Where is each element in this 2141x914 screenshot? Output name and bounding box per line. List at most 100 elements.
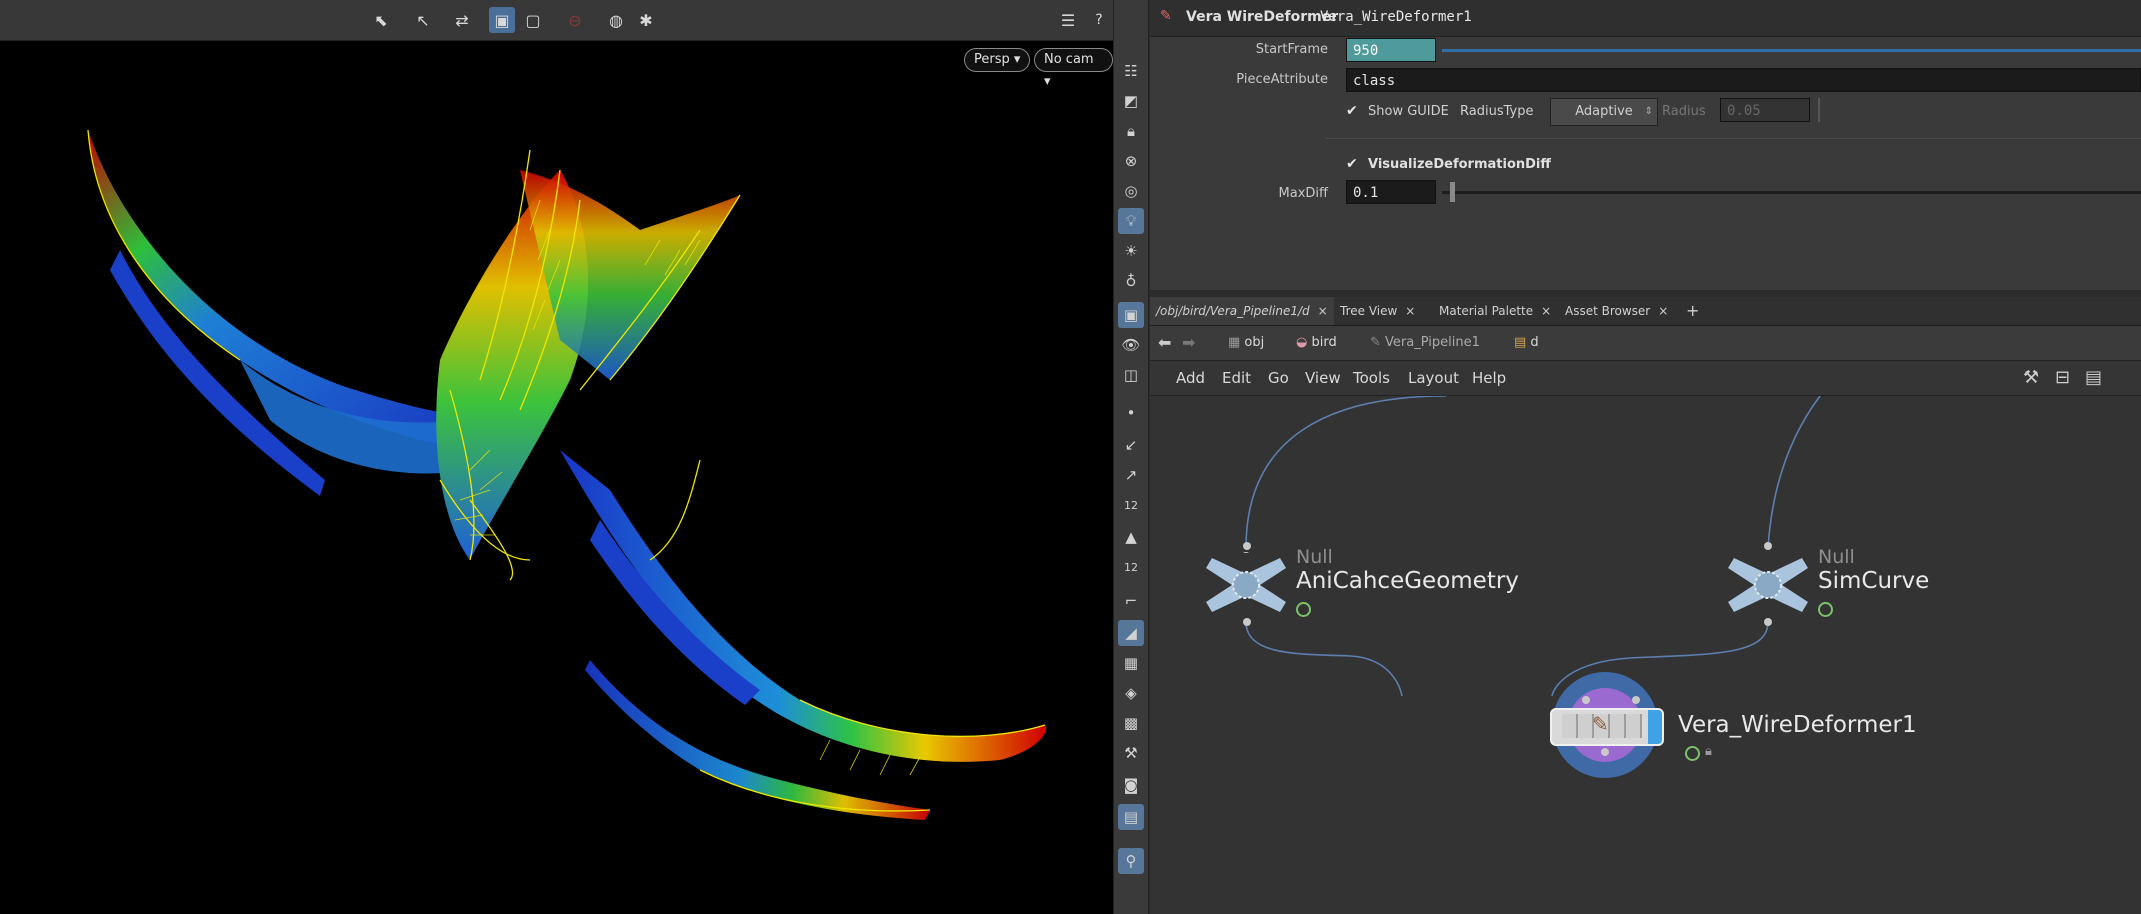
null-node-anicache[interactable]: [1206, 543, 1286, 618]
node-type-label: Vera WireDeformer: [1186, 9, 1339, 25]
radius-slider-handle[interactable]: [1818, 98, 1820, 122]
normal-icon[interactable]: ↙: [1118, 432, 1144, 458]
maxdiff-slider[interactable]: [1442, 191, 2141, 194]
breadcrumb-obj[interactable]: ▦ obj: [1228, 332, 1264, 354]
point-light-icon[interactable]: ♁: [1118, 268, 1144, 294]
piece-attribute-field[interactable]: class: [1346, 68, 2141, 92]
list-icon[interactable]: ▤: [2085, 367, 2102, 388]
transform-icon[interactable]: ↖: [410, 7, 436, 33]
start-frame-field[interactable]: 950: [1346, 38, 1436, 62]
breadcrumb-pipeline[interactable]: ✎ Vera_Pipeline1: [1370, 332, 1480, 354]
help-icon[interactable]: ?: [1086, 7, 1112, 33]
settings-icon[interactable]: ✱: [633, 7, 659, 33]
point-icon[interactable]: •: [1118, 400, 1144, 426]
sphere-icon[interactable]: ◎: [1118, 178, 1144, 204]
snapshot-icon[interactable]: ▢: [520, 7, 546, 33]
viewport-toolbar: ⬉ ↖ ⇄ ▣ ▢ ⊖ ◍ ✱ ? ☰: [0, 0, 1113, 41]
menu-add[interactable]: Add: [1176, 369, 1205, 387]
radius-field[interactable]: 0.05: [1720, 98, 1810, 122]
obj-icon: ▦: [1228, 335, 1245, 350]
output-port-wiredeformer[interactable]: [1601, 748, 1609, 756]
wire-ani-to-wire: [1245, 621, 1403, 697]
display-options-shelf: ☷ ◩ 🔒︎ ⊗ ◎ 💡︎ ☀ ♁ ▣ 👁︎ ◫ • ↙ ↗ 12 ▲ 12 ⌐…: [1113, 0, 1149, 914]
menu-tools[interactable]: Tools: [1353, 369, 1390, 387]
parameter-panel: ✎ Vera WireDeformer Vera_WireDeformer1 S…: [1150, 0, 2141, 290]
camera-select-menu[interactable]: No cam ▾: [1034, 48, 1113, 89]
uv-icon[interactable]: ◈: [1118, 680, 1144, 706]
show-guide-checkbox[interactable]: ✔: [1346, 104, 1360, 118]
input-port-2[interactable]: [1632, 696, 1640, 704]
headlight-icon[interactable]: 💡︎: [1118, 208, 1144, 234]
scene-viewport[interactable]: ⬉ ↖ ⇄ ▣ ▢ ⊖ ◍ ✱ ? ☰ Persp ▾ No cam ▾: [0, 0, 1113, 914]
pin-icon[interactable]: ⚲: [1118, 848, 1144, 874]
radius-type-menu[interactable]: Adaptive ⇕: [1550, 98, 1658, 126]
camera-icon[interactable]: ◍: [603, 7, 629, 33]
maxdiff-field[interactable]: 0.1: [1346, 180, 1436, 204]
display-flag[interactable]: [1648, 710, 1662, 744]
vector-icon[interactable]: ↗: [1118, 462, 1144, 488]
layers-icon[interactable]: ☷: [1118, 58, 1144, 84]
tab-tree-view[interactable]: Tree View ×: [1334, 297, 1421, 325]
input-port-anicache[interactable]: [1243, 542, 1251, 550]
view-layout-icon[interactable]: ☰: [1055, 7, 1081, 33]
output-port-anicache[interactable]: [1243, 618, 1251, 626]
close-icon[interactable]: ×: [1541, 304, 1551, 318]
breadcrumb-d[interactable]: ▤ d: [1514, 332, 1539, 354]
separator: [1326, 138, 2141, 139]
forward-arrow-icon[interactable]: ➡: [1182, 333, 1195, 352]
menu-layout[interactable]: Layout: [1408, 369, 1459, 387]
menu-help[interactable]: Help: [1472, 369, 1506, 387]
subnet-icon: ▤: [1514, 335, 1531, 350]
prim-number-icon[interactable]: 12: [1118, 554, 1144, 580]
handle-icon[interactable]: ⇄: [449, 7, 475, 33]
render-icon[interactable]: ◫: [1118, 362, 1144, 388]
breadcrumb-bird[interactable]: ◒ bird: [1296, 332, 1337, 354]
tab-asset-browser[interactable]: Asset Browser ×: [1559, 297, 1674, 325]
start-frame-slider[interactable]: [1442, 49, 2141, 52]
input-port-simcurve[interactable]: [1764, 542, 1772, 550]
add-tab-button[interactable]: +: [1680, 297, 1705, 325]
edge-icon[interactable]: ⌐: [1118, 588, 1144, 614]
tools-icon[interactable]: ⚒: [2023, 367, 2039, 388]
grid-icon[interactable]: ▩: [1118, 710, 1144, 736]
primitive-icon[interactable]: ▲: [1118, 524, 1144, 550]
texture-icon[interactable]: ▦: [1118, 650, 1144, 676]
output-port-simcurve[interactable]: [1764, 618, 1772, 626]
snap-icon[interactable]: ⚒: [1118, 740, 1144, 766]
visibility-icon[interactable]: 👁︎: [1118, 332, 1144, 358]
visualize-checkbox[interactable]: ✔: [1346, 157, 1360, 171]
light-icon[interactable]: ☀: [1118, 238, 1144, 264]
menu-view[interactable]: View: [1305, 369, 1341, 387]
tab-network[interactable]: /obj/bird/Vera_Pipeline1/d ×: [1150, 297, 1334, 325]
tree-icon[interactable]: ⊟: [2055, 367, 2070, 388]
background-icon[interactable]: ◙: [1118, 772, 1144, 798]
back-arrow-icon[interactable]: ⬅: [1158, 333, 1171, 352]
shaded-icon[interactable]: ◩: [1118, 88, 1144, 114]
tab-asset-browser-label: Asset Browser: [1565, 304, 1651, 318]
close-icon[interactable]: ×: [1318, 304, 1328, 318]
radius-type-label: RadiusType: [1460, 104, 1534, 119]
camera-view-icon[interactable]: ▣: [1118, 302, 1144, 328]
camera-projection-menu[interactable]: Persp ▾: [964, 48, 1031, 72]
radius-label: Radius: [1662, 104, 1706, 119]
menu-edit[interactable]: Edit: [1222, 369, 1251, 387]
no-select-icon[interactable]: ⊗: [1118, 148, 1144, 174]
template-icon[interactable]: ◢: [1118, 620, 1144, 646]
maxdiff-slider-handle[interactable]: [1450, 182, 1455, 202]
point-number-icon[interactable]: 12: [1118, 492, 1144, 518]
lock-icon[interactable]: 🔒︎: [1118, 118, 1144, 144]
input-port-1[interactable]: [1582, 696, 1590, 704]
network-editor[interactable]: Null AniCahceGeometry Null SimCurve ✎ Ve…: [1150, 396, 2141, 914]
display-flags-icon[interactable]: ▤: [1118, 804, 1144, 830]
display-icon[interactable]: ▣: [489, 7, 515, 33]
null-node-simcurve[interactable]: [1728, 552, 1808, 618]
parameter-header: ✎ Vera WireDeformer Vera_WireDeformer1: [1150, 0, 2141, 37]
close-icon[interactable]: ×: [1658, 304, 1668, 318]
close-icon[interactable]: ×: [1405, 304, 1415, 318]
record-icon[interactable]: ⊖: [562, 7, 588, 33]
node-name-field[interactable]: Vera_WireDeformer1: [1320, 9, 1472, 25]
tab-material-palette[interactable]: Material Palette ×: [1433, 297, 1557, 325]
select-icon[interactable]: ⬉: [368, 7, 394, 33]
menu-go[interactable]: Go: [1268, 369, 1289, 387]
wiredeformer-node[interactable]: ✎: [1550, 708, 1664, 746]
